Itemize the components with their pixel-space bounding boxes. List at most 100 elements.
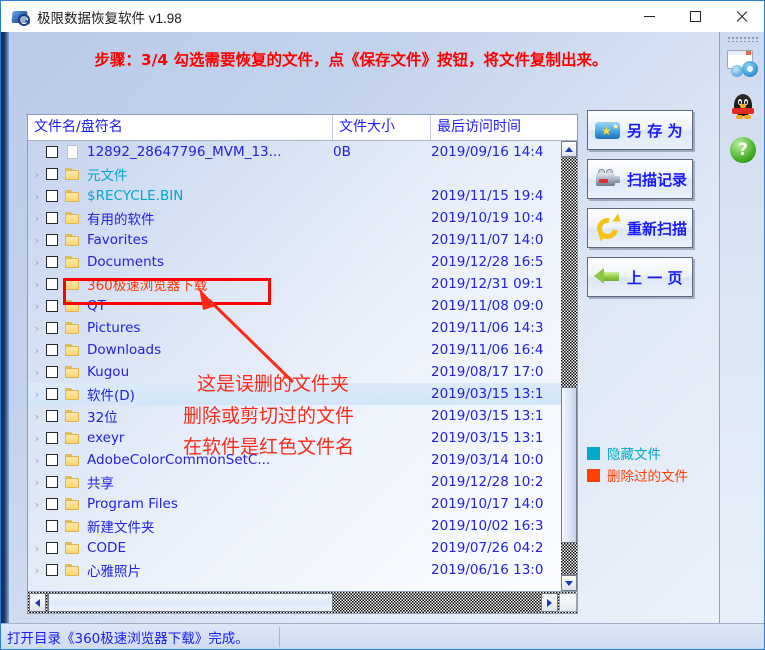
table-row[interactable]: › 心雅照片 2019/06/16 13:0 — [28, 559, 561, 581]
horizontal-scrollbar[interactable] — [28, 591, 577, 613]
row-checkbox[interactable] — [46, 234, 58, 246]
scroll-left-button[interactable] — [29, 593, 46, 612]
expand-chevron-icon[interactable]: › — [28, 564, 46, 577]
left-accent-strip — [1, 32, 9, 649]
row-checkbox[interactable] — [46, 432, 58, 444]
row-checkbox[interactable] — [46, 410, 58, 422]
horizontal-scroll-thumb[interactable] — [48, 593, 333, 612]
file-size: 0B — [333, 144, 351, 160]
row-checkbox[interactable] — [46, 542, 58, 554]
rescan-button[interactable]: 重新扫描 — [587, 208, 693, 248]
row-checkbox[interactable] — [46, 300, 58, 312]
expand-chevron-icon[interactable]: › — [28, 366, 46, 379]
help-question-icon[interactable]: ? — [725, 134, 761, 170]
qq-penguin-icon[interactable] — [725, 90, 761, 126]
scan-record-button[interactable]: 扫描记录 — [587, 159, 693, 199]
annotation-line-1: 这是误删的文件夹 — [197, 373, 350, 395]
row-checkbox[interactable] — [46, 476, 58, 488]
row-checkbox[interactable] — [46, 366, 58, 378]
window-settings-icon[interactable] — [725, 46, 761, 82]
file-last-access: 2019/03/15 13:1 — [431, 408, 544, 424]
file-last-access: 2019/10/19 10:4 — [431, 210, 544, 226]
folder-icon — [65, 563, 81, 577]
row-checkbox[interactable] — [46, 388, 58, 400]
table-row[interactable]: ›新建文件夹2019/10/02 16:3 — [28, 515, 561, 537]
dock-grip-handle[interactable] — [727, 36, 758, 42]
expand-chevron-icon[interactable]: › — [28, 278, 46, 291]
save-as-icon: ★ ★ — [594, 117, 622, 143]
folder-icon — [65, 255, 81, 269]
file-last-access: 2019/03/14 10:0 — [431, 452, 544, 468]
expand-chevron-icon[interactable]: › — [28, 388, 46, 401]
file-name: $RECYCLE.BIN — [87, 188, 184, 204]
expand-chevron-icon[interactable]: › — [28, 212, 46, 225]
file-name: Kugou — [87, 364, 130, 380]
column-header-lastaccess[interactable]: 最后访问时间 — [431, 115, 577, 140]
expand-chevron-icon[interactable]: › — [28, 300, 46, 313]
row-checkbox[interactable] — [46, 520, 58, 532]
table-row[interactable]: › CODE 2019/07/26 04:2 — [28, 537, 561, 559]
vertical-scrollbar[interactable] — [561, 141, 577, 591]
table-row[interactable]: › Favorites 2019/11/07 14:0 — [28, 229, 561, 251]
row-checkbox[interactable] — [46, 322, 58, 334]
expand-chevron-icon[interactable]: › — [28, 498, 46, 511]
table-row[interactable]: › Program Files 2019/10/17 14:0 — [28, 493, 561, 515]
legend-swatch-hidden — [587, 446, 600, 460]
row-checkbox[interactable] — [46, 146, 58, 158]
expand-chevron-icon[interactable]: › — [28, 410, 46, 423]
file-name: Downloads — [87, 342, 162, 358]
folder-icon — [65, 497, 81, 511]
minimize-button[interactable] — [626, 1, 672, 32]
expand-chevron-icon[interactable]: › — [28, 344, 46, 357]
application-window: 极限数据恢复软件 v1.98 步骤：3/4 勾选需要恢复的文件，点《保存文件》按… — [0, 0, 765, 650]
expand-chevron-icon[interactable]: › — [28, 234, 46, 247]
table-row[interactable]: ›12892_28647796_MVM_13...0B2019/09/16 14… — [28, 141, 561, 163]
scroll-right-button[interactable] — [541, 593, 558, 612]
table-row[interactable]: › $RECYCLE.BIN 2019/11/15 19:4 — [28, 185, 561, 207]
column-header-filesize[interactable]: 文件大小 — [333, 115, 431, 140]
row-checkbox[interactable] — [46, 256, 58, 268]
file-last-access: 2019/11/15 19:4 — [431, 188, 544, 204]
folder-icon — [65, 453, 81, 467]
folder-icon — [65, 387, 81, 401]
expand-chevron-icon[interactable]: › — [28, 432, 46, 445]
table-row[interactable]: › 元文件 — [28, 163, 561, 185]
file-name: 软件(D) — [87, 388, 135, 404]
row-checkbox[interactable] — [46, 344, 58, 356]
table-row[interactable]: › Documents 2019/12/28 16:5 — [28, 251, 561, 273]
table-row[interactable]: › 有用的软件 2019/10/19 10:4 — [28, 207, 561, 229]
expand-chevron-icon[interactable]: › — [28, 476, 46, 489]
maximize-button[interactable] — [672, 1, 718, 32]
row-checkbox[interactable] — [46, 278, 58, 290]
folder-icon — [65, 321, 81, 335]
scroll-up-button[interactable] — [561, 141, 577, 157]
file-last-access: 2019/07/26 04:2 — [431, 540, 544, 556]
row-checkbox[interactable] — [46, 168, 58, 180]
legend: 隐藏文件 删除过的文件 — [587, 442, 688, 486]
file-list-panel: 文件名/盘符名 文件大小 最后访问时间 ⌄ › 12892_28647796_MV… — [27, 113, 578, 614]
legend-label-hidden: 隐藏文件 — [607, 447, 661, 463]
vertical-scroll-thumb[interactable] — [561, 387, 577, 543]
file-name: Favorites — [87, 232, 148, 248]
expand-chevron-icon[interactable]: › — [28, 168, 46, 181]
expand-chevron-icon[interactable]: › — [28, 190, 46, 203]
row-checkbox[interactable] — [46, 454, 58, 466]
save-as-button[interactable]: ★ ★ 另 存 为 — [587, 110, 693, 150]
row-checkbox[interactable] — [46, 212, 58, 224]
previous-page-button[interactable]: 上 一 页 — [587, 257, 693, 297]
expand-chevron-icon[interactable]: › — [28, 454, 46, 467]
table-row[interactable]: › 共享 2019/12/28 10:2 — [28, 471, 561, 493]
close-button[interactable] — [718, 1, 764, 32]
folder-icon — [65, 519, 81, 533]
expand-chevron-icon[interactable]: › — [28, 542, 46, 555]
row-checkbox[interactable] — [46, 498, 58, 510]
folder-icon — [65, 541, 81, 555]
column-header-filename[interactable]: 文件名/盘符名 — [28, 115, 333, 140]
folder-icon — [65, 475, 81, 489]
expand-chevron-icon[interactable]: › — [28, 256, 46, 269]
row-checkbox[interactable] — [46, 190, 58, 202]
row-checkbox[interactable] — [46, 564, 58, 576]
scroll-down-button[interactable] — [561, 575, 577, 591]
expand-chevron-icon[interactable]: › — [28, 322, 46, 335]
file-name: 有用的软件 — [87, 212, 155, 228]
